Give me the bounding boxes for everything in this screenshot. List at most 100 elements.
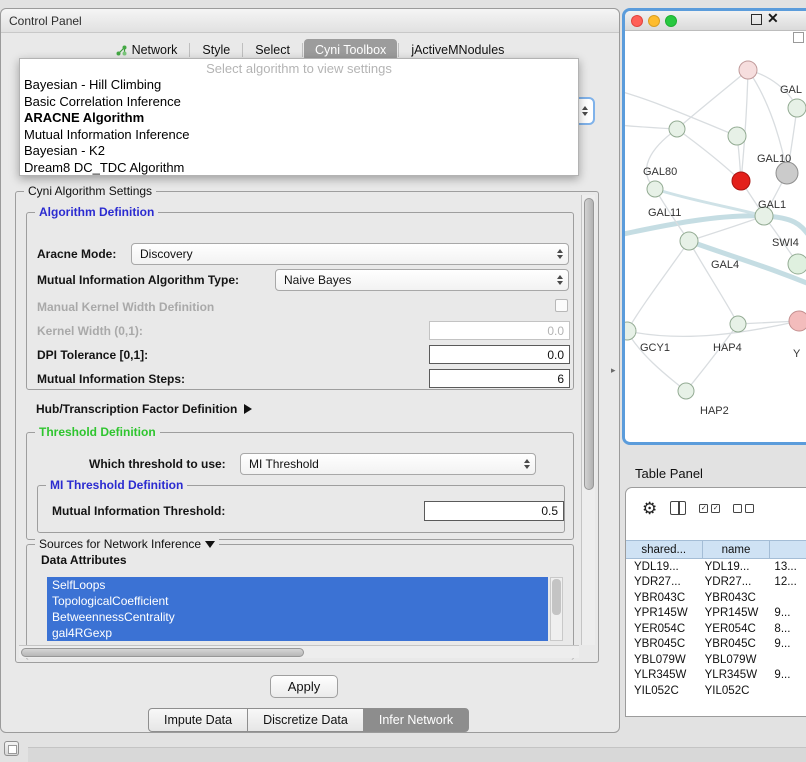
mi-threshold-label: Mutual Information Threshold: — [52, 504, 225, 518]
table-row[interactable]: YDR27...YDR27...12... — [626, 575, 806, 591]
table-header-row: shared...name — [626, 540, 806, 559]
graph-node[interactable] — [739, 61, 757, 79]
attribute-list-scrollbar[interactable] — [550, 577, 563, 641]
graph-node[interactable] — [625, 322, 636, 340]
attribute-item[interactable]: gal4RGexp — [47, 625, 548, 641]
close-panel-button[interactable]: ✕ — [767, 10, 779, 27]
node-label: GAL80 — [643, 166, 677, 178]
scrollbar-thumb[interactable] — [584, 198, 594, 490]
gear-icon[interactable]: ⚙ — [642, 500, 657, 517]
table-row[interactable]: YPR145WYPR145W9... — [626, 606, 806, 622]
table-row[interactable]: YIL052CYIL052C — [626, 683, 806, 699]
attribute-item[interactable]: BetweennessCentrality — [47, 609, 548, 625]
graph-node[interactable] — [789, 311, 806, 331]
algorithm-option[interactable]: Bayesian - Hill Climbing — [20, 77, 578, 94]
algorithm-dropdown-popup: Select algorithm to view settings Bayesi… — [19, 58, 579, 176]
table-panel-window: ⚙✓✓ shared...name YDL19...YDL19...13...Y… — [625, 487, 806, 717]
graph-node[interactable] — [728, 127, 746, 145]
graph-edge — [741, 70, 748, 181]
network-window-titlebar[interactable] — [625, 11, 806, 31]
graph-edge — [686, 324, 738, 391]
table-cell: YER054C — [626, 623, 703, 635]
algorithm-option[interactable]: Basic Correlation Inference — [20, 94, 578, 111]
network-canvas[interactable]: GAL80GAL10GAL11GAL1SWI4GAL4GCY1HAP4HAP2G… — [625, 31, 806, 441]
tab-label: Style — [202, 43, 230, 57]
canvas-corner-button[interactable] — [793, 32, 804, 43]
scrollbar-thumb[interactable] — [21, 648, 304, 657]
mi-threshold-group: MI Threshold Definition Mutual Informati… — [37, 485, 565, 533]
mi-steps-value: 6 — [557, 372, 564, 386]
table-cell: YIL052C — [626, 685, 703, 697]
hub-definition-expander[interactable]: Hub/Transcription Factor Definition — [36, 402, 252, 416]
cyni-algorithm-settings-group: Cyni Algorithm Settings Algorithm Defini… — [15, 191, 599, 663]
kernel-width-label: Kernel Width (0,1): — [37, 324, 143, 338]
minimized-panel-icon[interactable] — [4, 741, 19, 756]
columns-icon[interactable] — [670, 501, 686, 515]
panel-splitter-arrow[interactable]: ▸ — [611, 365, 616, 376]
table-row[interactable]: YBL079WYBL079W — [626, 652, 806, 668]
threshold-definition-group: Threshold Definition Which threshold to … — [26, 432, 574, 540]
table-row[interactable]: YLR345WYLR345W9... — [626, 668, 806, 684]
node-label: HAP2 — [700, 405, 729, 417]
control-panel-title: Control Panel — [9, 14, 82, 28]
tab-separator — [398, 43, 399, 57]
graph-node[interactable] — [732, 172, 750, 190]
node-label: HAP4 — [713, 342, 742, 354]
graph-node[interactable] — [669, 121, 685, 137]
bottom-tab-infer-network[interactable]: Infer Network — [363, 708, 469, 732]
settings-vertical-scrollbar[interactable] — [581, 195, 595, 645]
graph-node[interactable] — [680, 232, 698, 250]
mi-threshold-input[interactable]: 0.5 — [424, 501, 564, 521]
mac-close-button[interactable] — [631, 15, 643, 27]
mac-minimize-button[interactable] — [648, 15, 660, 27]
algorithm-option[interactable]: ARACNE Algorithm — [20, 110, 578, 127]
column-header[interactable] — [770, 541, 806, 558]
table-row[interactable]: YBR045CYBR045C9... — [626, 637, 806, 653]
bottom-tab-discretize-data[interactable]: Discretize Data — [247, 708, 364, 732]
algorithm-option[interactable]: Mutual Information Inference — [20, 127, 578, 144]
mi-type-value: Naive Bayes — [284, 273, 351, 287]
kernel-width-input[interactable]: 0.0 — [429, 321, 570, 340]
node-label: GAL11 — [648, 207, 681, 219]
mac-zoom-button[interactable] — [665, 15, 677, 27]
graph-node[interactable] — [776, 162, 798, 184]
graph-node[interactable] — [788, 254, 806, 274]
bottom-tab-impute-data[interactable]: Impute Data — [148, 708, 248, 732]
apply-button[interactable]: Apply — [270, 675, 338, 698]
checked-box-icon: ✓ — [699, 504, 708, 513]
settings-horizontal-scrollbar[interactable] — [19, 645, 579, 658]
checked-box-icon: ✓ — [711, 504, 720, 513]
graph-node[interactable] — [678, 383, 694, 399]
mi-type-select[interactable]: Naive Bayes — [275, 269, 569, 291]
graph-edge — [627, 241, 689, 331]
attribute-item[interactable]: TopologicalCoefficient — [47, 593, 548, 609]
column-header[interactable]: name — [703, 541, 771, 558]
deselect-all-icon[interactable] — [733, 504, 754, 513]
algorithm-option[interactable]: Dream8 DC_TDC Algorithm — [20, 160, 578, 177]
manual-kernel-checkbox[interactable] — [555, 299, 568, 312]
data-attributes-label: Data Attributes — [41, 553, 127, 567]
which-threshold-select[interactable]: MI Threshold — [240, 453, 536, 475]
scrollbar-thumb[interactable] — [552, 579, 561, 615]
select-all-icon[interactable]: ✓✓ — [699, 504, 720, 513]
node-label: GCY1 — [640, 342, 670, 354]
graph-node[interactable] — [730, 316, 746, 332]
sources-legend[interactable]: Sources for Network Inference — [35, 537, 219, 551]
table-row[interactable]: YBR043CYBR043C — [626, 590, 806, 606]
float-panel-button[interactable] — [751, 14, 762, 25]
table-row[interactable]: YDL19...YDL19...13... — [626, 559, 806, 575]
network-graph: GAL80GAL10GAL11GAL1SWI4GAL4GCY1HAP4HAP2G… — [625, 31, 806, 441]
graph-edge — [646, 129, 677, 189]
algorithm-option[interactable]: Bayesian - K2 — [20, 143, 578, 160]
graph-node[interactable] — [788, 99, 806, 117]
control-panel-titlebar[interactable]: Control Panel — [1, 9, 619, 33]
table-cell: YBR045C — [626, 638, 703, 650]
dpi-tolerance-input[interactable]: 0.0 — [429, 345, 570, 364]
mi-steps-input[interactable]: 6 — [429, 369, 570, 388]
attribute-item[interactable]: SelfLoops — [47, 577, 548, 593]
graph-node[interactable] — [647, 181, 663, 197]
aracne-mode-select[interactable]: Discovery — [131, 243, 569, 265]
table-row[interactable]: YER054CYER054C8... — [626, 621, 806, 637]
column-header[interactable]: shared... — [626, 541, 703, 558]
kernel-width-value: 0.0 — [547, 324, 564, 338]
